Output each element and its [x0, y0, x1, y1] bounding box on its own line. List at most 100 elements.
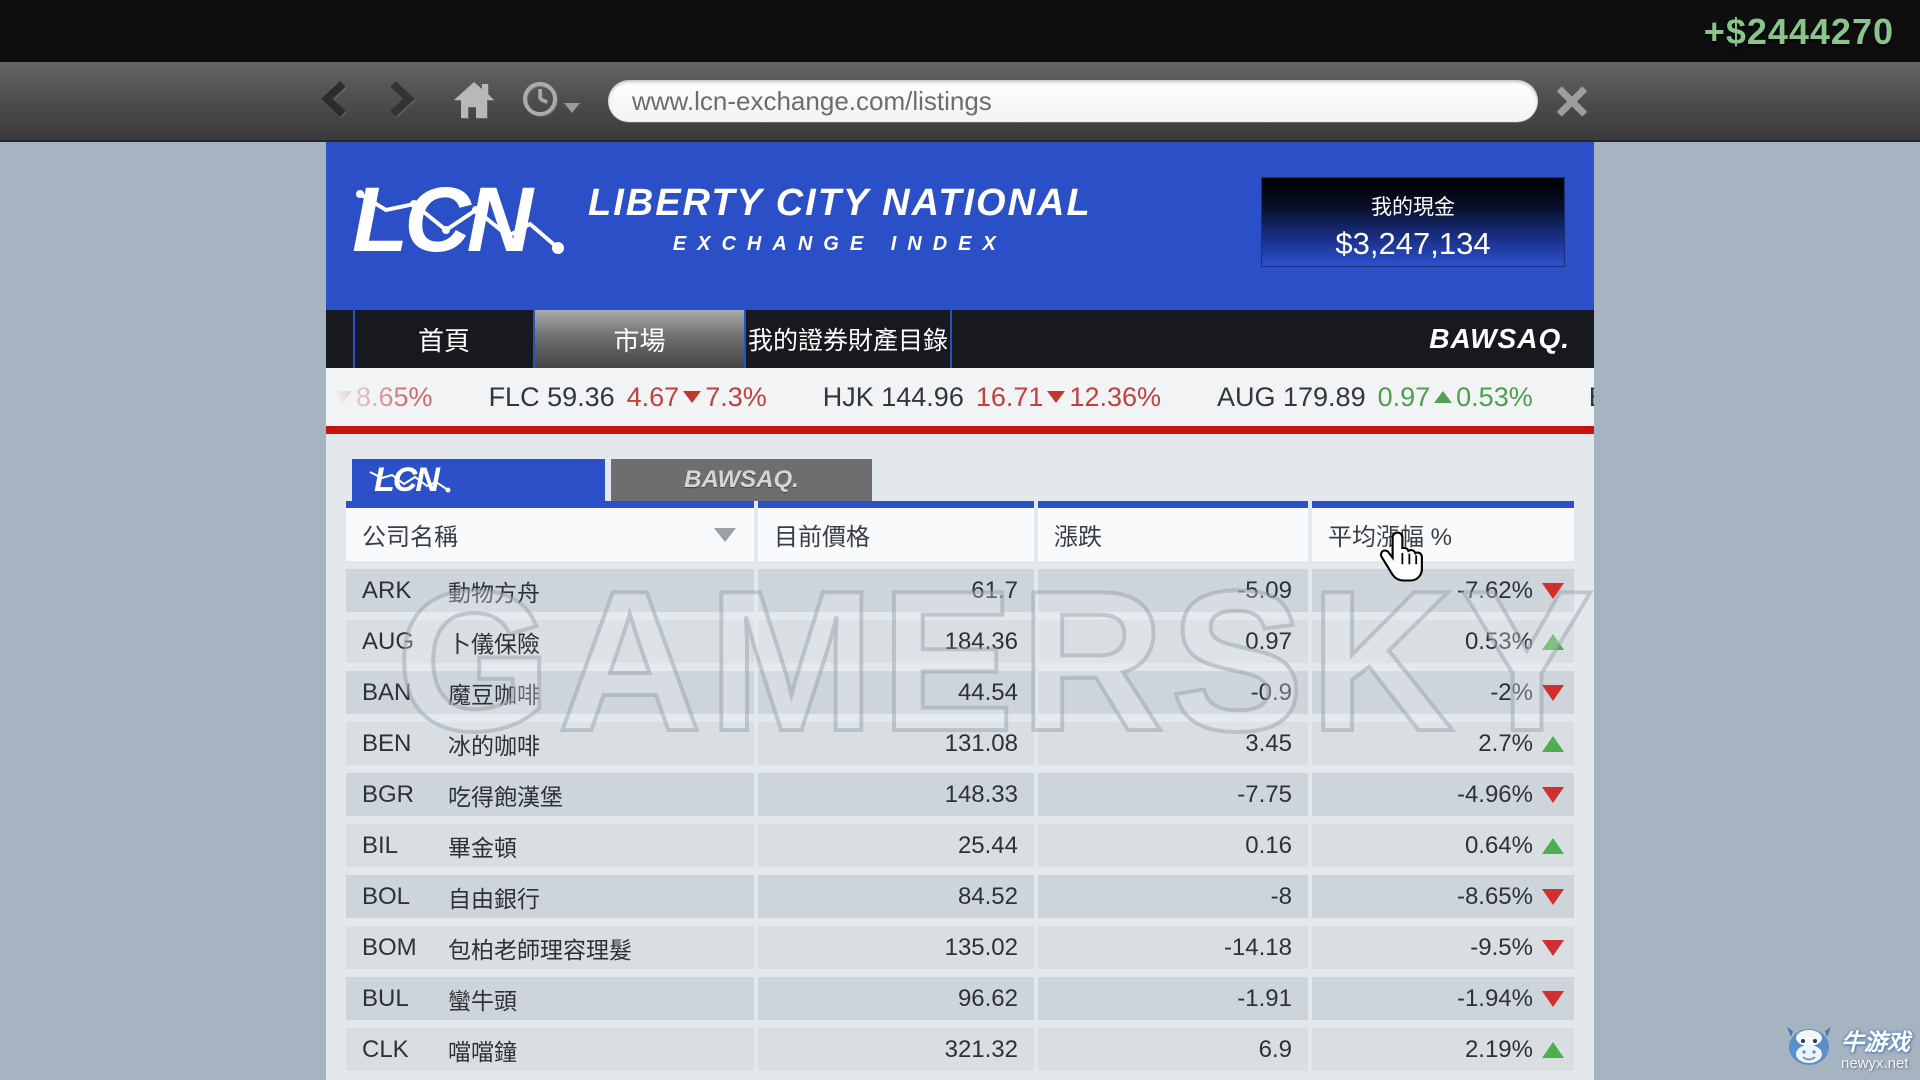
trend-arrow-icon — [1542, 838, 1564, 854]
ticker-item: 8.65% — [334, 382, 433, 413]
avg-change-value: -7.62% — [1457, 577, 1533, 605]
table-row[interactable]: BIL 畢金頓 25.44 0.16 0.64% — [346, 824, 1574, 867]
ticker-symbol-price: AUG 179.89 — [1217, 382, 1366, 413]
avg-change-value: 2.7% — [1478, 730, 1533, 758]
history-button[interactable] — [518, 77, 582, 125]
url-bar[interactable]: www.lcn-exchange.com/listings — [608, 80, 1538, 122]
trend-arrow-icon — [1542, 583, 1564, 599]
cell-price: 25.44 — [758, 824, 1034, 867]
stock-symbol: BUL — [362, 985, 448, 1013]
table-row[interactable]: AUG 卜儀保險 184.36 0.97 0.53% — [346, 620, 1574, 663]
newyx-text: 牛游戏 newyx.net — [1841, 1023, 1910, 1072]
stock-symbol: BEN — [362, 730, 448, 758]
down-arrow-icon — [334, 391, 352, 403]
stock-symbol: BAN — [362, 679, 448, 707]
cell-price: 321.32 — [758, 1028, 1034, 1071]
cell-avg-change: -8.65% — [1312, 875, 1574, 918]
cell-price: 84.52 — [758, 875, 1034, 918]
table-row[interactable]: BEN 冰的咖啡 131.08 3.45 2.7% — [346, 722, 1574, 765]
cell-avg-change: 0.53% — [1312, 620, 1574, 663]
screen: +$2444270 — [0, 0, 1920, 1080]
browser-toolbar: www.lcn-exchange.com/listings — [0, 62, 1920, 142]
ticker-symbol-price: FLC 59.36 — [489, 382, 615, 413]
trend-arrow-icon — [1542, 889, 1564, 905]
money-notification: +$2444270 — [1704, 11, 1894, 53]
table-row[interactable]: CLK 噹噹鐘 321.32 6.9 2.19% — [346, 1028, 1574, 1071]
table-row[interactable]: BUL 蠻牛頭 96.62 -1.91 -1.94% — [346, 977, 1574, 1020]
stock-symbol: BGR — [362, 781, 448, 809]
stock-symbol: ARK — [362, 577, 448, 605]
cell-avg-change: -4.96% — [1312, 773, 1574, 816]
newyx-name: 牛游戏 — [1841, 1023, 1910, 1057]
home-button[interactable] — [450, 77, 498, 125]
cell-avg-change: -7.62% — [1312, 569, 1574, 612]
column-header-change[interactable]: 漲跌 — [1038, 501, 1308, 561]
stock-name: 動物方舟 — [448, 574, 540, 608]
lcn-logo-graph-line — [352, 164, 602, 280]
my-cash-box: 我的現金 $3,247,134 — [1262, 178, 1564, 266]
history-dropdown-icon — [564, 103, 580, 113]
stock-name: 包柏老師理容理髮 — [448, 931, 632, 965]
ticker-item: AUG 179.890.970.53% — [1217, 382, 1533, 413]
site-navbar: 首頁 市場 我的證券財產目錄 BAWSAQ. — [326, 306, 1594, 368]
ticker-change: 16.7112.36% — [976, 382, 1161, 413]
ticker-symbol-price: BUL 96.23 — [1589, 382, 1594, 413]
trend-arrow-icon — [1542, 1042, 1564, 1058]
cell-change: -0.9 — [1038, 671, 1308, 714]
avg-change-value: -1.94% — [1457, 985, 1533, 1013]
stock-symbol: BOM — [362, 934, 448, 962]
ticker-item: HJK 144.96 16.7112.36% — [823, 382, 1161, 413]
column-header-company[interactable]: 公司名稱 — [346, 501, 754, 561]
trend-arrow-icon — [1542, 940, 1564, 956]
url-text: www.lcn-exchange.com/listings — [632, 86, 992, 117]
lcn-page: LCN LIBERTY CITY NATIONAL EXCHANGE INDEX… — [326, 142, 1594, 1080]
nav-tab-home[interactable]: 首頁 — [353, 310, 533, 368]
forward-button[interactable] — [376, 77, 424, 125]
sort-desc-icon — [714, 528, 736, 542]
subtab-lcn[interactable]: LCN — [352, 459, 605, 501]
up-arrow-icon — [1434, 391, 1452, 403]
cell-avg-change: 0.64% — [1312, 824, 1574, 867]
back-button[interactable] — [312, 77, 360, 125]
bawsaq-logo: BAWSAQ. — [1429, 310, 1570, 368]
cell-price: 96.62 — [758, 977, 1034, 1020]
my-cash-label: 我的現金 — [1262, 191, 1564, 221]
stock-name: 冰的咖啡 — [448, 727, 540, 761]
column-header-avg-change[interactable]: 平均漲幅 % — [1312, 501, 1574, 561]
table-row[interactable]: BOM 包柏老師理容理髮 135.02 -14.18 -9.5% — [346, 926, 1574, 969]
stock-symbol: CLK — [362, 1036, 448, 1064]
stock-symbol: BOL — [362, 883, 448, 911]
cell-company: BOL 自由銀行 — [346, 875, 754, 918]
close-browser-button[interactable] — [1550, 79, 1594, 123]
game-hud-bar: +$2444270 — [0, 0, 1920, 62]
subtab-lcn-graph-line — [368, 463, 458, 497]
cell-price: 44.54 — [758, 671, 1034, 714]
table-row[interactable]: BOL 自由銀行 84.52 -8 -8.65% — [346, 875, 1574, 918]
cell-price: 61.7 — [758, 569, 1034, 612]
cell-avg-change: -9.5% — [1312, 926, 1574, 969]
nav-tab-portfolio[interactable]: 我的證券財產目錄 — [744, 310, 952, 368]
column-header-price[interactable]: 目前價格 — [758, 501, 1034, 561]
subtab-bawsaq[interactable]: BAWSAQ. — [611, 459, 872, 501]
table-row[interactable]: BGR 吃得飽漢堡 148.33 -7.75 -4.96% — [346, 773, 1574, 816]
clock-icon — [520, 79, 560, 124]
listings-content: LCN BAWSAQ. 公司名稱 目前價格 漲跌 平均 — [326, 434, 1594, 1071]
cell-change: 3.45 — [1038, 722, 1308, 765]
stock-ticker: 8.65% FLC 59.364.677.3% HJK 144.96 16.7112.… — [326, 368, 1594, 434]
table-row[interactable]: BAN 魔豆咖啡 44.54 -0.9 -2% — [346, 671, 1574, 714]
mouse-cursor-hand-icon — [1378, 530, 1430, 597]
cell-company: BAN 魔豆咖啡 — [346, 671, 754, 714]
stock-symbol: AUG — [362, 628, 448, 656]
trend-arrow-icon — [1542, 634, 1564, 650]
cell-company: AUG 卜儀保險 — [346, 620, 754, 663]
browser-viewport: LCN LIBERTY CITY NATIONAL EXCHANGE INDEX… — [0, 142, 1920, 1080]
avg-change-value: 2.19% — [1465, 1036, 1533, 1064]
cell-avg-change: -1.94% — [1312, 977, 1574, 1020]
cell-avg-change: -2% — [1312, 671, 1574, 714]
cell-company: BEN 冰的咖啡 — [346, 722, 754, 765]
stock-name: 噹噹鐘 — [448, 1033, 517, 1067]
nav-tab-market[interactable]: 市場 — [533, 310, 744, 368]
ticker-item: FLC 59.364.677.3% — [489, 382, 767, 413]
ticker-symbol-price: HJK 144.96 — [823, 382, 964, 413]
stock-table-body: ARK 動物方舟 61.7 -5.09 -7.62% AUG 卜儀保險 184.… — [346, 569, 1574, 1071]
